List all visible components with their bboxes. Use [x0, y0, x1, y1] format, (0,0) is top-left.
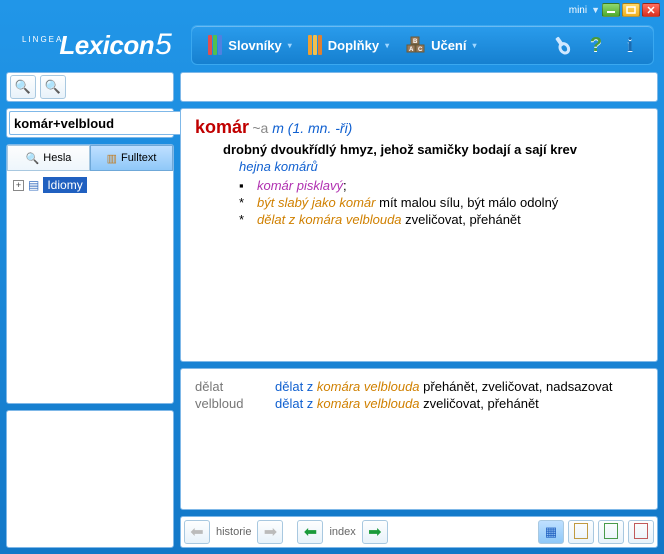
- blocks-icon: BAC: [405, 35, 425, 55]
- zoom-tool-button[interactable]: 🔍: [40, 75, 66, 99]
- view-mode-2-button[interactable]: [568, 520, 594, 544]
- view-mode-4-button[interactable]: [628, 520, 654, 544]
- tab-hesla[interactable]: 🔍Hesla: [7, 145, 90, 171]
- fulltext-icon: ▥: [107, 152, 117, 165]
- arrow-left-green-icon: ⬅: [304, 522, 317, 542]
- left-bottom-panel: [6, 410, 174, 548]
- books-icon: [208, 35, 222, 55]
- mini-label: mini: [569, 5, 587, 16]
- related-panel: dělatdělat z komára velblouda přehánět, …: [180, 368, 658, 510]
- tab-fulltext[interactable]: ▥Fulltext: [90, 145, 173, 171]
- svg-text:A: A: [409, 47, 414, 53]
- arrow-right-green-icon: ➡: [368, 522, 381, 542]
- index-forward-button[interactable]: ➡: [362, 520, 388, 544]
- cross-reference[interactable]: komár pisklavý: [257, 178, 343, 193]
- info-icon[interactable]: i: [619, 34, 641, 56]
- left-toolstrip: 🔍 🔍: [6, 72, 174, 102]
- menu-addons[interactable]: Doplňky▾: [300, 35, 397, 55]
- example: hejna komárů: [239, 159, 643, 174]
- entry-line: *dělat z komára velblouda zveličovat, př…: [239, 212, 643, 227]
- index-back-button[interactable]: ⬅: [297, 520, 323, 544]
- svg-text:C: C: [418, 47, 423, 53]
- history-label: historie: [214, 526, 253, 538]
- search-panel: ✔: [6, 108, 174, 138]
- books-orange-icon: [308, 35, 322, 55]
- entry-line: ▪komár pisklavý;: [239, 178, 643, 193]
- search-input[interactable]: [9, 111, 194, 135]
- tree-item-idiomy[interactable]: + ▤ Idiomy: [13, 177, 167, 193]
- page-red-icon: [634, 523, 648, 542]
- tree-item-label: Idiomy: [43, 177, 86, 193]
- headword: komár: [195, 117, 249, 137]
- history-back-button[interactable]: ⬅: [184, 520, 210, 544]
- maximize-button[interactable]: [622, 3, 640, 17]
- mini-dropdown-icon[interactable]: ▼: [591, 5, 600, 15]
- expand-icon[interactable]: +: [13, 180, 24, 191]
- magnifier-icon: 🔍: [15, 79, 31, 95]
- app-logo: LINGEA Lexicon5: [10, 28, 171, 62]
- settings-icon[interactable]: [551, 34, 573, 56]
- related-row: dělatdělat z komára velblouda přehánět, …: [195, 379, 643, 394]
- entry-panel: komár ~a m (1. mn. -ři) drobný dvoukřídl…: [180, 108, 658, 362]
- view-mode-3-button[interactable]: [598, 520, 624, 544]
- view-mode-1-button[interactable]: ▦: [538, 520, 564, 544]
- menu-dictionaries[interactable]: Slovníky▾: [200, 35, 299, 55]
- results-tree: + ▤ Idiomy: [7, 171, 173, 403]
- magnifier-small-icon: 🔍: [26, 152, 40, 165]
- help-icon[interactable]: ?: [585, 34, 607, 56]
- magnifier-plus-icon: 🔍: [45, 79, 61, 95]
- close-button[interactable]: [642, 3, 660, 17]
- arrow-left-icon: ⬅: [190, 522, 203, 542]
- grammar-info: ~a m (1. mn. -ři): [252, 120, 352, 136]
- minimize-button[interactable]: [602, 3, 620, 17]
- search-tool-button[interactable]: 🔍: [10, 75, 36, 99]
- related-row: velblouddělat z komára velblouda zveličo…: [195, 396, 643, 411]
- arrow-right-icon: ➡: [264, 522, 277, 542]
- page-green-icon: [604, 523, 618, 542]
- svg-text:B: B: [413, 39, 418, 45]
- index-label: index: [327, 526, 357, 538]
- entry-line: *být slabý jako komár mít malou sílu, bý…: [239, 195, 643, 210]
- right-toolstrip: [180, 72, 658, 102]
- main-menubar: Slovníky▾ Doplňky▾ BAC Učení▾ ? i: [191, 25, 654, 65]
- layout-icon: ▦: [545, 524, 557, 540]
- page-outline-icon: [574, 523, 588, 542]
- bottom-navbar: ⬅ historie ➡ ⬅ index ➡ ▦: [180, 516, 658, 548]
- history-forward-button[interactable]: ➡: [257, 520, 283, 544]
- definition: drobný dvoukřídlý hmyz, jehož samičky bo…: [223, 142, 643, 157]
- page-icon: ▤: [28, 178, 39, 192]
- menu-learning[interactable]: BAC Učení▾: [397, 35, 484, 55]
